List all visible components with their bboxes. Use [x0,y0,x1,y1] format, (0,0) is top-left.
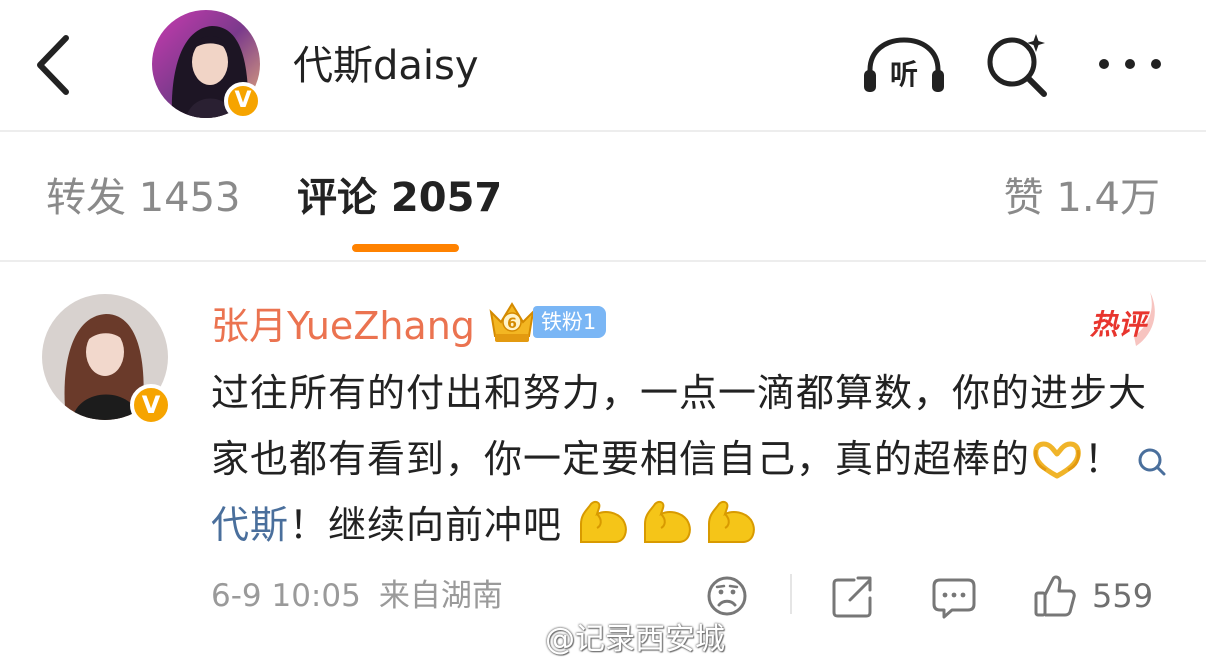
comment-text-exclaim: ！ [1084,437,1124,481]
fan-crown-icon: 6 [489,302,535,342]
comment-timestamp: 6-9 10:05 [211,578,361,614]
back-arrow-icon [37,35,69,95]
more-options-button[interactable] [1094,44,1166,84]
hot-tag-label: 热评 [1089,308,1150,341]
top-bar: V 代斯daisy 听 [0,0,1206,130]
comment-author-avatar[interactable]: V [42,294,172,426]
heart-hands-emoji-icon [1033,441,1081,479]
tab-comments[interactable]: 评论 2057 [297,168,502,228]
back-button[interactable] [30,32,78,98]
more-dots-icon [1099,59,1161,69]
watermark-text: @记录西安城 [545,622,725,657]
active-tab-indicator [352,244,459,252]
search-button[interactable] [984,32,1050,98]
tab-likes[interactable]: 赞 1.4万 [1004,168,1160,228]
watermark: @记录西安城 [503,620,725,660]
tab-reposts[interactable]: 转发 1453 [46,168,241,228]
headphones-icon: 听 [864,37,944,92]
comment-text-main: 过往所有的付出和努力，一点一滴都算数，你的进步大家也都有看到，你一定要相信自己，… [211,371,1148,481]
flexed-biceps-emoji-icon [580,500,755,543]
weibo-logo-icon [504,626,540,656]
verified-badge-icon: V [130,384,172,426]
share-icon [832,576,872,618]
listen-label: 听 [890,58,918,91]
like-count: 559 [1092,577,1154,615]
hot-comment-tag: 热评 [1089,292,1155,346]
like-button[interactable]: 559 [1034,572,1164,620]
tabs-divider [0,260,1206,262]
search-link-icon [1138,448,1166,476]
comment-bubble-icon [932,578,976,619]
comment-author-row: 张月YueZhang 6 铁粉1 [211,294,607,350]
reply-button[interactable] [932,572,976,620]
dislike-button[interactable] [706,572,748,620]
comment-text-end: ！继续向前冲吧 [289,503,563,547]
fan-badge: 铁粉1 [532,306,607,338]
fan-level-number: 6 [507,316,517,332]
comment-text: 过往所有的付出和努力，一点一滴都算数，你的进步大家也都有看到，你一定要相信自己，… [211,360,1171,558]
comment-meta: 6-9 10:05 来自湖南 [211,574,503,618]
comment-location: 来自湖南 [378,578,503,614]
profile-avatar[interactable]: V [152,10,262,120]
sad-face-icon [707,576,747,616]
verified-badge-icon: V [224,82,262,120]
share-button[interactable] [830,572,874,620]
listen-button[interactable]: 听 [862,36,946,96]
header-divider [0,130,1206,132]
mention-text: 代斯 [211,503,290,547]
action-separator [790,574,792,614]
search-icon [987,34,1047,97]
comment-author-name[interactable]: 张月YueZhang [211,295,475,350]
profile-name[interactable]: 代斯daisy [293,38,479,94]
thumbs-up-icon [1034,575,1076,617]
